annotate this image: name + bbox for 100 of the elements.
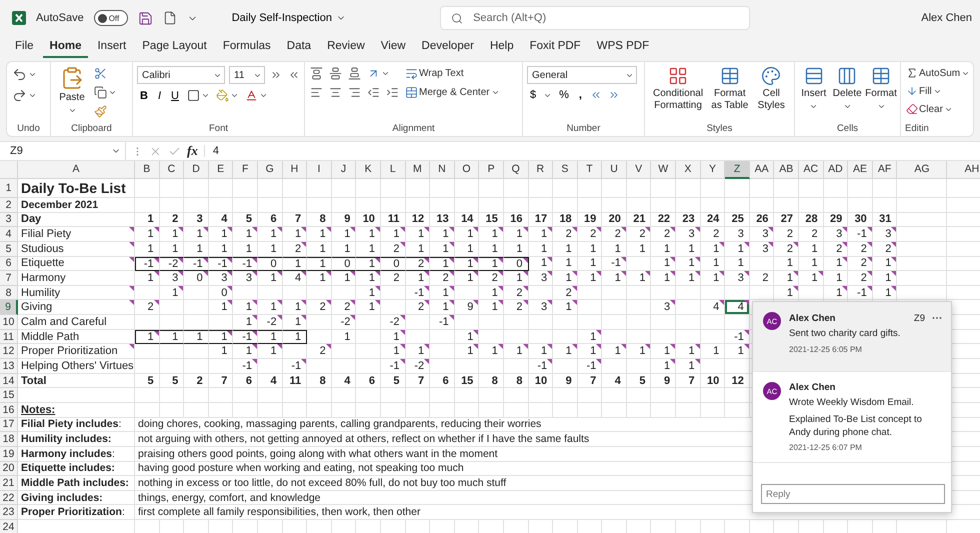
styles-button[interactable]: Conditional Formatting: [649, 66, 708, 111]
sheet-cell[interactable]: 2: [307, 344, 332, 360]
sheet-cell[interactable]: 1: [160, 286, 184, 300]
sheet-cell[interactable]: 15: [479, 212, 504, 228]
sheet-cell[interactable]: 12: [725, 374, 750, 388]
column-header[interactable]: N: [430, 161, 455, 179]
sheet-cell[interactable]: 1: [233, 315, 258, 330]
sheet-cell[interactable]: 1: [380, 344, 406, 360]
sheet-cell[interactable]: [135, 402, 160, 418]
sheet-cell[interactable]: 8: [307, 374, 332, 388]
sheet-cell[interactable]: -1: [208, 256, 234, 272]
percent-button[interactable]: %: [556, 89, 572, 101]
sheet-cell[interactable]: 2: [848, 271, 873, 286]
styles-button[interactable]: Cell Styles: [752, 66, 790, 111]
sheet-cell[interactable]: [135, 286, 160, 300]
undo-button[interactable]: [11, 66, 38, 83]
sheet-cell[interactable]: [430, 388, 455, 403]
sheet-cell[interactable]: [160, 359, 184, 374]
editing-button[interactable]: Clear: [905, 102, 972, 116]
sheet-cell[interactable]: [208, 198, 234, 213]
sheet-cell[interactable]: 0: [332, 256, 356, 272]
sheet-cell[interactable]: -2: [380, 315, 406, 330]
sheet-cell[interactable]: [528, 179, 554, 198]
sheet-cell[interactable]: 1: [651, 271, 676, 286]
sheet-cell[interactable]: [602, 330, 627, 344]
sheet-cell[interactable]: [626, 330, 652, 344]
column-header[interactable]: J: [332, 161, 356, 179]
sheet-cell[interactable]: 2: [406, 300, 430, 316]
sheet-cell[interactable]: -1: [528, 359, 554, 374]
sheet-cell[interactable]: [528, 330, 554, 344]
sheet-cell[interactable]: [184, 402, 209, 418]
sheet-cell[interactable]: [504, 388, 528, 403]
sheet-cell[interactable]: 1: [553, 256, 578, 272]
sheet-cell[interactable]: -1: [848, 286, 873, 300]
sheet-cell[interactable]: [332, 359, 356, 374]
sheet-cell[interactable]: [454, 286, 480, 300]
column-header[interactable]: AC: [799, 161, 824, 179]
font-name-field[interactable]: Calibri: [137, 66, 225, 84]
sheet-cell[interactable]: [897, 198, 948, 213]
sheet-cell[interactable]: 1: [356, 242, 381, 257]
sheet-cell[interactable]: 4: [602, 374, 627, 388]
row-number[interactable]: 19: [0, 446, 18, 462]
sheet-cell[interactable]: 1: [184, 227, 209, 242]
sheet-cell[interactable]: 1: [700, 271, 726, 286]
sheet-cell[interactable]: 1: [528, 242, 554, 257]
sheet-cell[interactable]: 1: [774, 271, 800, 286]
sheet-cell[interactable]: -1: [725, 330, 750, 344]
column-header[interactable]: W: [651, 161, 676, 179]
sheet-cell[interactable]: -2: [258, 315, 283, 330]
sheet-cell[interactable]: 3: [676, 227, 701, 242]
sheet-cell[interactable]: [454, 402, 480, 418]
sheet-cell[interactable]: [700, 359, 726, 374]
column-header[interactable]: AG: [897, 161, 948, 179]
sheet-cell[interactable]: [528, 286, 554, 300]
sheet-cell[interactable]: [725, 179, 750, 198]
sheet-cell[interactable]: [725, 388, 750, 403]
sheet-cell[interactable]: 2: [160, 212, 184, 228]
sheet-cell[interactable]: [380, 388, 406, 403]
sheet-cell[interactable]: 8: [504, 374, 528, 388]
merge-center-button[interactable]: Merge & Center: [404, 85, 501, 100]
sheet-cell[interactable]: 1: [258, 300, 283, 316]
sheet-cell[interactable]: [504, 330, 528, 344]
sheet-cell[interactable]: 1: [479, 256, 504, 272]
sheet-cell[interactable]: 1: [872, 271, 898, 286]
sheet-cell[interactable]: 18: [553, 212, 578, 228]
sheet-cell[interactable]: 2: [626, 227, 652, 242]
ribbon-tab[interactable]: Review: [320, 38, 372, 58]
sheet-cell[interactable]: [700, 198, 726, 213]
sheet-cell[interactable]: 1: [725, 256, 750, 272]
sheet-cell[interactable]: [700, 179, 726, 198]
sheet-cell[interactable]: [184, 344, 209, 360]
sheet-cell[interactable]: [282, 286, 308, 300]
sheet-cell[interactable]: 1: [725, 242, 750, 257]
sheet-cell[interactable]: [872, 179, 898, 198]
sheet-cell[interactable]: 2: [135, 300, 160, 316]
sheet-cell[interactable]: 4: [332, 374, 356, 388]
sheet-cell[interactable]: [700, 330, 726, 344]
sheet-cell[interactable]: [184, 315, 209, 330]
sheet-cell[interactable]: 10: [528, 374, 554, 388]
sheet-cell[interactable]: [602, 286, 627, 300]
row-number[interactable]: 24: [0, 520, 18, 533]
sheet-cell[interactable]: 1: [676, 271, 701, 286]
sheet-cell[interactable]: 1: [602, 344, 627, 360]
sheet-cell[interactable]: 1: [135, 212, 160, 228]
sheet-cell[interactable]: 4: [282, 271, 308, 286]
fill-color-button[interactable]: [214, 88, 240, 103]
sheet-cell[interactable]: 5: [626, 374, 652, 388]
sheet-cell[interactable]: [282, 402, 308, 418]
sheet-cell[interactable]: [282, 344, 308, 360]
sheet-cell[interactable]: 2: [553, 286, 578, 300]
column-header[interactable]: Z: [725, 161, 750, 179]
sheet-cell[interactable]: [676, 330, 701, 344]
sheet-cell[interactable]: 1: [307, 256, 332, 272]
formula-field[interactable]: 4: [204, 145, 974, 157]
sheet-cell[interactable]: [184, 388, 209, 403]
row-label[interactable]: Helping Others' Virtues: [18, 359, 135, 374]
sheet-cell[interactable]: 1: [233, 344, 258, 360]
sheet-cell[interactable]: [430, 330, 455, 344]
sheet-cell[interactable]: [406, 388, 430, 403]
row-number[interactable]: 17: [0, 418, 18, 432]
